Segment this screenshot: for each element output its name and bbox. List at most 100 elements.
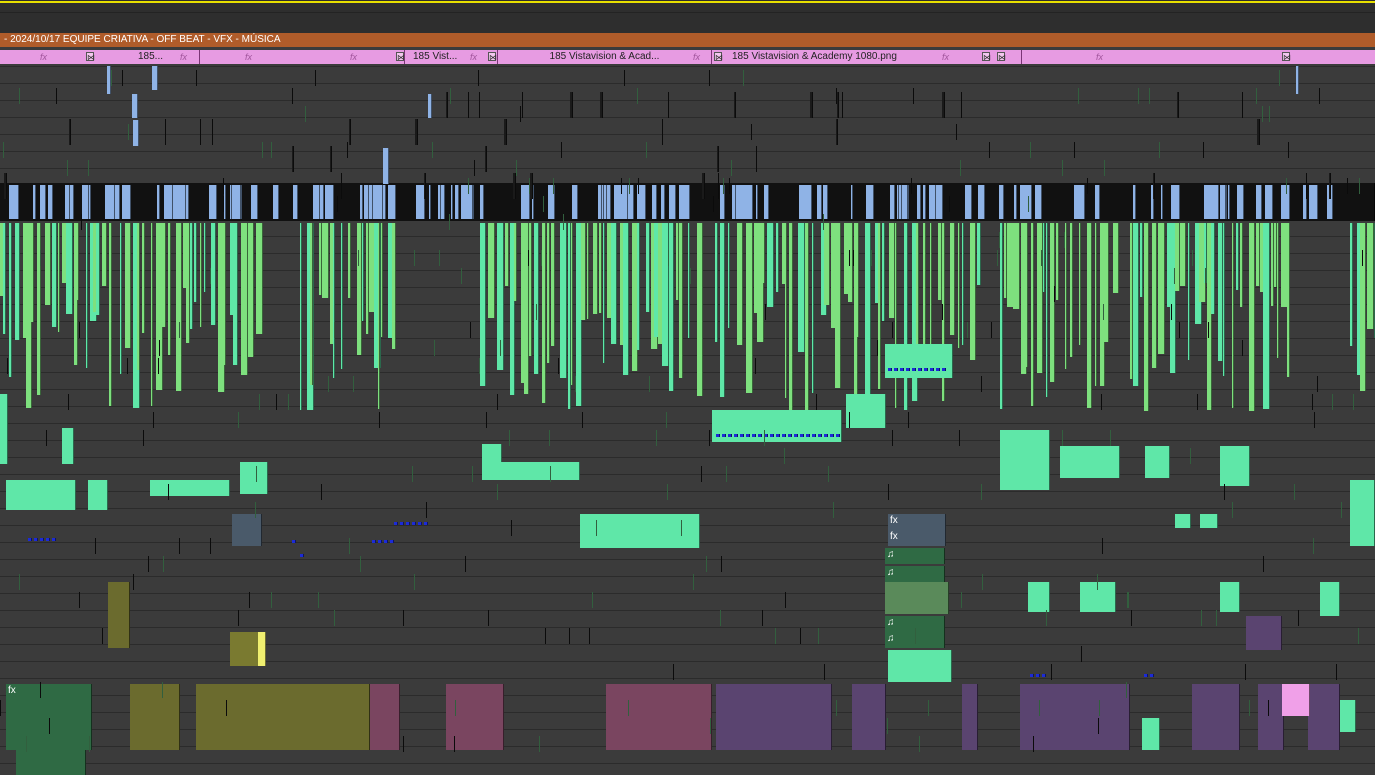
edit-cut[interactable] — [960, 160, 961, 176]
edit-cut[interactable] — [690, 268, 691, 284]
edit-cut[interactable] — [1149, 88, 1150, 104]
edit-cut[interactable] — [836, 88, 837, 104]
edit-cut[interactable] — [426, 502, 427, 518]
transition-icon[interactable]: ⋈ — [86, 52, 95, 62]
clip-marker[interactable] — [34, 538, 38, 541]
audio-clip[interactable] — [606, 684, 712, 750]
edit-cut[interactable] — [337, 196, 338, 212]
edit-cut[interactable] — [360, 556, 361, 572]
video-clip[interactable] — [885, 344, 953, 378]
edit-cut[interactable] — [575, 376, 576, 392]
edit-cut[interactable] — [1103, 304, 1104, 320]
video-clip[interactable] — [1240, 223, 1243, 307]
video-clip[interactable] — [1046, 223, 1048, 397]
edit-cut[interactable] — [305, 106, 306, 122]
video-clip[interactable] — [776, 223, 779, 292]
edit-cut[interactable] — [288, 394, 289, 410]
video-clip[interactable] — [392, 223, 396, 349]
edit-cut[interactable] — [734, 92, 736, 118]
video-clip[interactable] — [824, 223, 830, 305]
video-clip[interactable] — [608, 185, 611, 219]
video-clip[interactable] — [1133, 223, 1139, 386]
video-clip[interactable] — [923, 223, 926, 364]
video-clip[interactable] — [674, 185, 676, 219]
edit-cut[interactable] — [961, 92, 962, 118]
edit-cut[interactable] — [582, 412, 583, 428]
clip-marker[interactable] — [924, 368, 928, 371]
video-clip[interactable] — [488, 223, 495, 318]
edit-cut[interactable] — [731, 160, 732, 176]
edit-cut[interactable] — [520, 106, 521, 122]
video-clip[interactable] — [712, 410, 842, 442]
edit-cut[interactable] — [849, 250, 850, 266]
edit-cut[interactable] — [1174, 268, 1175, 284]
video-clip[interactable] — [1320, 582, 1340, 616]
edit-cut[interactable] — [271, 592, 272, 608]
edit-cut[interactable] — [1099, 700, 1100, 716]
edit-cut[interactable] — [439, 250, 440, 266]
edit-cut[interactable] — [1190, 448, 1191, 464]
audio-clip[interactable] — [108, 582, 130, 648]
edit-cut[interactable] — [259, 394, 260, 410]
edit-cut[interactable] — [1153, 173, 1155, 199]
edit-cut[interactable] — [3, 142, 4, 158]
edit-cut[interactable] — [40, 250, 41, 266]
video-clip[interactable] — [1144, 223, 1149, 411]
video-clip[interactable] — [150, 480, 230, 496]
edit-cut[interactable] — [1078, 88, 1079, 104]
edit-cut[interactable] — [1242, 92, 1243, 118]
edit-cut[interactable] — [911, 178, 912, 194]
video-clip[interactable] — [903, 185, 908, 219]
edit-cut[interactable] — [450, 88, 451, 104]
clip-marker[interactable] — [894, 368, 898, 371]
video-clip[interactable] — [62, 428, 74, 464]
edit-cut[interactable] — [0, 700, 1, 716]
edit-cut[interactable] — [334, 610, 335, 626]
video-clip[interactable] — [325, 185, 334, 219]
edit-cut[interactable] — [446, 92, 448, 118]
edit-cut[interactable] — [127, 358, 128, 374]
edit-cut[interactable] — [1177, 92, 1179, 118]
clip-marker[interactable] — [384, 540, 388, 543]
clip-marker[interactable] — [812, 434, 816, 437]
edit-cut[interactable] — [1269, 106, 1270, 122]
video-clip[interactable] — [732, 185, 736, 219]
edit-cut[interactable] — [887, 718, 888, 734]
video-clip[interactable] — [1142, 718, 1160, 750]
video-clip[interactable] — [917, 185, 921, 219]
edit-cut[interactable] — [629, 178, 630, 194]
edit-cut[interactable] — [1062, 160, 1063, 176]
edit-cut[interactable] — [908, 412, 909, 428]
clip-marker[interactable] — [912, 368, 916, 371]
edit-cut[interactable] — [1101, 394, 1102, 410]
video-clip[interactable] — [756, 185, 758, 219]
video-clip[interactable] — [52, 223, 57, 327]
edit-cut[interactable] — [511, 520, 512, 536]
edit-cut[interactable] — [942, 304, 943, 320]
video-clip[interactable] — [505, 223, 509, 286]
clip-marker[interactable] — [740, 434, 744, 437]
edit-cut[interactable] — [256, 466, 257, 482]
edit-cut[interactable] — [89, 736, 90, 752]
video-clip[interactable] — [866, 185, 874, 219]
edit-cut[interactable] — [765, 304, 766, 320]
video-clip[interactable] — [256, 223, 263, 334]
video-clip[interactable] — [611, 223, 617, 344]
clip-marker[interactable] — [390, 540, 394, 543]
edit-cut[interactable] — [200, 119, 201, 145]
edit-cut[interactable] — [833, 502, 834, 518]
edit-cut[interactable] — [1208, 322, 1209, 338]
clip-marker[interactable] — [906, 368, 910, 371]
clip-marker[interactable] — [1030, 674, 1034, 677]
clip-marker[interactable] — [818, 434, 822, 437]
edit-cut[interactable] — [836, 119, 838, 145]
audio-clip[interactable] — [716, 684, 832, 750]
video-clip[interactable] — [1265, 185, 1273, 219]
edit-cut[interactable] — [1245, 664, 1246, 680]
video-clip[interactable] — [168, 223, 171, 355]
edit-cut[interactable] — [997, 250, 998, 266]
edit-cut[interactable] — [328, 376, 329, 392]
edit-cut[interactable] — [488, 610, 489, 626]
edit-cut[interactable] — [1232, 502, 1233, 518]
edit-cut[interactable] — [196, 70, 197, 86]
